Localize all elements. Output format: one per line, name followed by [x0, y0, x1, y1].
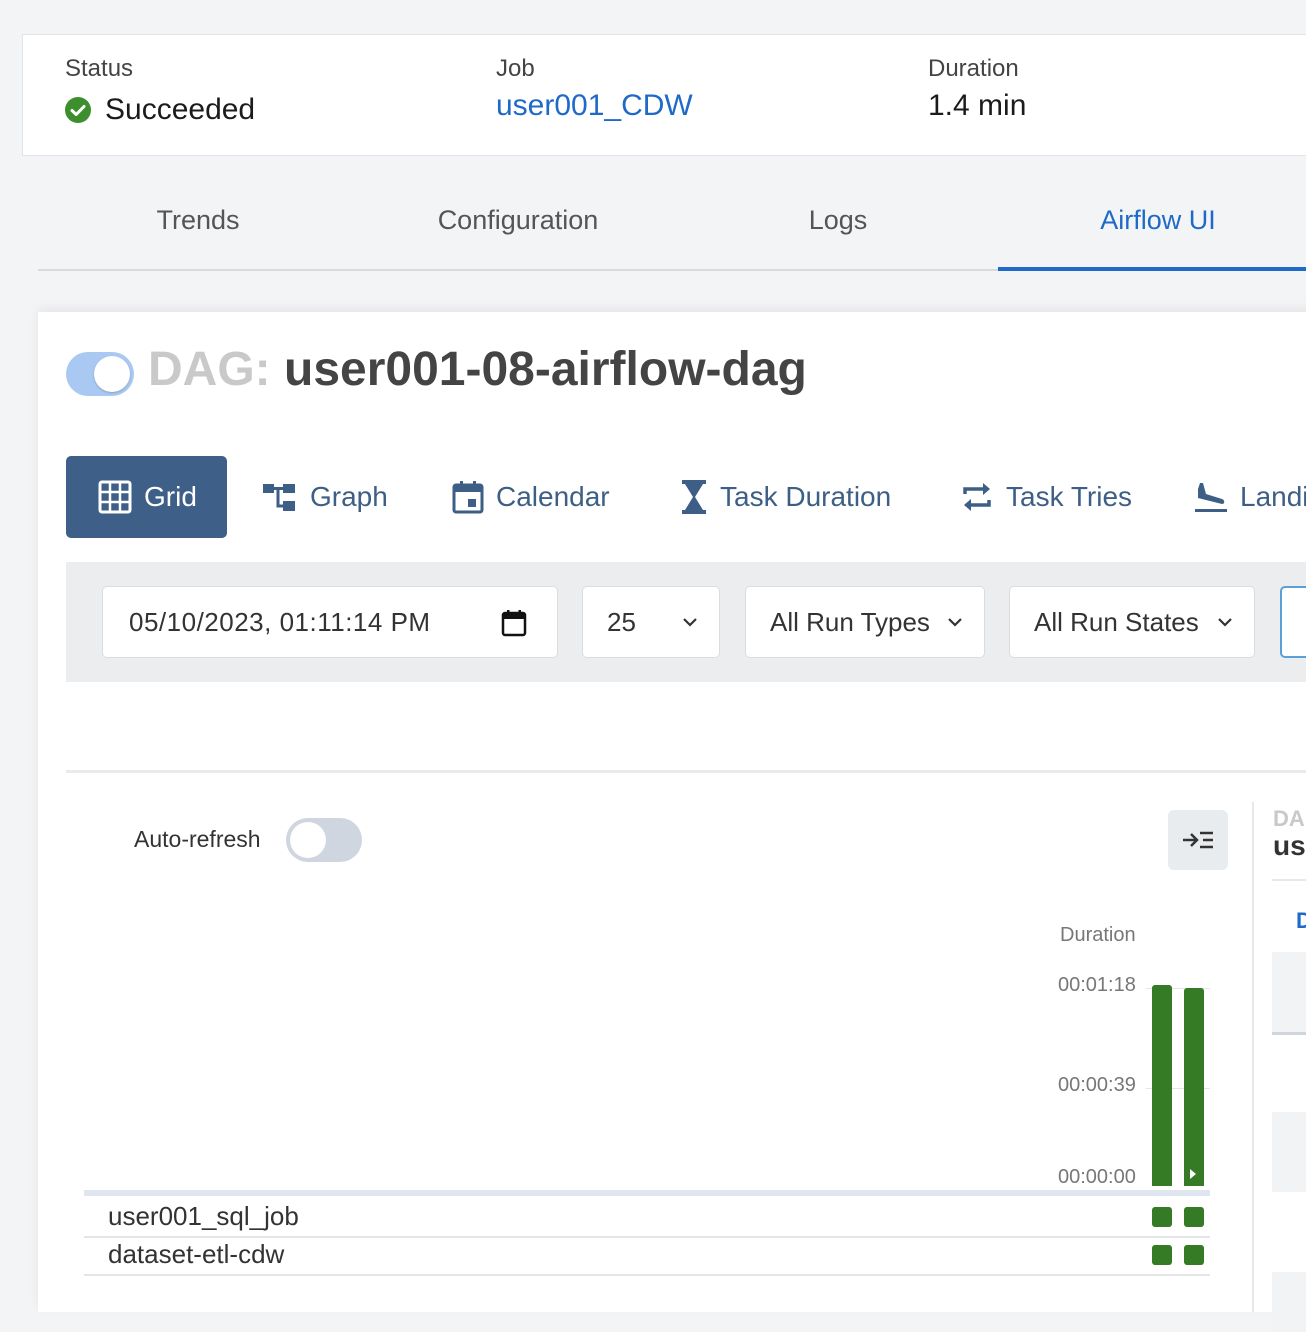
run-state-select[interactable]: All Run States [1009, 586, 1255, 658]
status-column: Status Succeeded [65, 55, 255, 127]
run-state-value: All Run States [1034, 606, 1199, 637]
duration-label: Duration [928, 55, 1019, 82]
next-filter-button[interactable] [1280, 586, 1306, 658]
run-duration-bar[interactable] [1184, 988, 1204, 1186]
toggle-knob [290, 822, 326, 858]
run-duration-bar[interactable] [1152, 985, 1172, 1186]
chevron-down-icon [948, 618, 962, 627]
hourglass-icon [682, 480, 706, 514]
tab-trends[interactable]: Trends [38, 180, 358, 269]
view-task-tries-button[interactable]: Task Tries [960, 456, 1132, 538]
num-runs-select[interactable]: 25 [582, 586, 720, 658]
grid-filters-bar: 05/10/2023, 01:11:14 PM 25 All Run Types… [66, 562, 1306, 682]
view-grid-button[interactable]: Grid [66, 456, 227, 538]
details-section [1272, 1112, 1306, 1192]
view-task-duration-button[interactable]: Task Duration [680, 456, 891, 538]
details-dag-name: us [1273, 830, 1306, 861]
graph-icon [263, 484, 295, 511]
repeat-icon [963, 483, 991, 511]
view-calendar-button[interactable]: Calendar [452, 456, 610, 538]
task-instance-cell[interactable] [1184, 1245, 1204, 1265]
task-instance-cell[interactable] [1152, 1207, 1172, 1227]
airflow-panel: DAG: user001-08-airflow-dag Grid Graph C… [38, 312, 1306, 1332]
details-tab[interactable]: D [1296, 908, 1306, 934]
view-task-tries-label: Task Tries [1006, 481, 1133, 512]
dag-view-nav: Grid Graph Calendar Task Duration Task T… [66, 456, 1306, 538]
view-calendar-label: Calendar [496, 481, 610, 512]
grid-header-border [84, 1190, 1210, 1196]
collapse-details-button[interactable] [1168, 810, 1228, 870]
auto-refresh-label: Auto-refresh [134, 826, 261, 852]
auto-refresh-toggle[interactable] [286, 818, 362, 862]
tab-configuration[interactable]: Configuration [358, 180, 678, 269]
details-section [1272, 1272, 1306, 1332]
tab-airflow-ui[interactable]: Airflow UI [998, 180, 1306, 271]
details-header-divider [1272, 879, 1306, 881]
landing-icon [1195, 483, 1227, 512]
play-icon [1190, 1169, 1196, 1179]
chevron-down-icon [683, 618, 697, 627]
calendar-icon [452, 481, 484, 514]
details-dag-prefix: DA [1273, 806, 1305, 831]
task-name[interactable]: dataset-etl-cdw [108, 1239, 284, 1270]
duration-tick: 00:01:18 [1058, 974, 1136, 996]
details-section [1272, 952, 1306, 1035]
task-instance-cell[interactable] [1152, 1245, 1172, 1265]
section-divider [66, 770, 1306, 773]
collapse-panel-icon [1183, 831, 1213, 849]
base-date-value: 05/10/2023, 01:11:14 PM [129, 606, 431, 637]
details-panel-divider [1252, 802, 1254, 1312]
duration-axis-label: Duration [1060, 924, 1136, 946]
num-runs-value: 25 [607, 606, 636, 637]
run-type-value: All Run Types [770, 606, 930, 637]
view-grid-label: Grid [144, 481, 197, 512]
view-graph-button[interactable]: Graph [262, 456, 388, 538]
status-label: Status [65, 55, 134, 82]
dag-pause-toggle[interactable] [66, 352, 134, 396]
job-link[interactable]: user001_CDW [496, 89, 693, 123]
job-summary-card: Status Succeeded Job user001_CDW Duratio… [22, 34, 1306, 156]
run-type-select[interactable]: All Run Types [745, 586, 985, 658]
tab-logs[interactable]: Logs [678, 180, 998, 269]
task-instance-cell[interactable] [1184, 1207, 1204, 1227]
task-row[interactable]: user001_sql_job [84, 1198, 1210, 1238]
view-landing-times-label: Landi [1240, 481, 1306, 512]
dag-title-prefix: DAG: [148, 343, 271, 396]
status-text: Succeeded [105, 93, 256, 126]
job-column: Job user001_CDW [496, 55, 693, 123]
job-run-tabs: Trends Configuration Logs Airflow UI [38, 180, 1306, 271]
base-date-input[interactable]: 05/10/2023, 01:11:14 PM [102, 586, 558, 658]
view-graph-label: Graph [310, 481, 388, 512]
dag-title: DAG: user001-08-airflow-dag [148, 342, 807, 397]
check-circle-icon [65, 97, 91, 123]
status-value: Succeeded [65, 93, 255, 127]
view-landing-times-button[interactable]: Landi [1194, 456, 1306, 538]
duration-value: 1.4 min [928, 89, 1027, 122]
duration-tick: 00:00:39 [1058, 1074, 1136, 1096]
task-row[interactable]: dataset-etl-cdw [84, 1236, 1210, 1276]
task-name[interactable]: user001_sql_job [108, 1201, 299, 1232]
chevron-down-icon [1218, 618, 1232, 627]
duration-tick: 00:00:00 [1058, 1166, 1136, 1188]
job-label: Job [496, 55, 535, 82]
view-task-duration-label: Task Duration [720, 481, 892, 512]
dag-name: user001-08-airflow-dag [284, 343, 807, 396]
toggle-knob [94, 356, 130, 392]
calendar-picker-icon[interactable] [501, 609, 527, 637]
grid-icon [98, 480, 132, 514]
duration-column: Duration 1.4 min [928, 55, 1026, 123]
